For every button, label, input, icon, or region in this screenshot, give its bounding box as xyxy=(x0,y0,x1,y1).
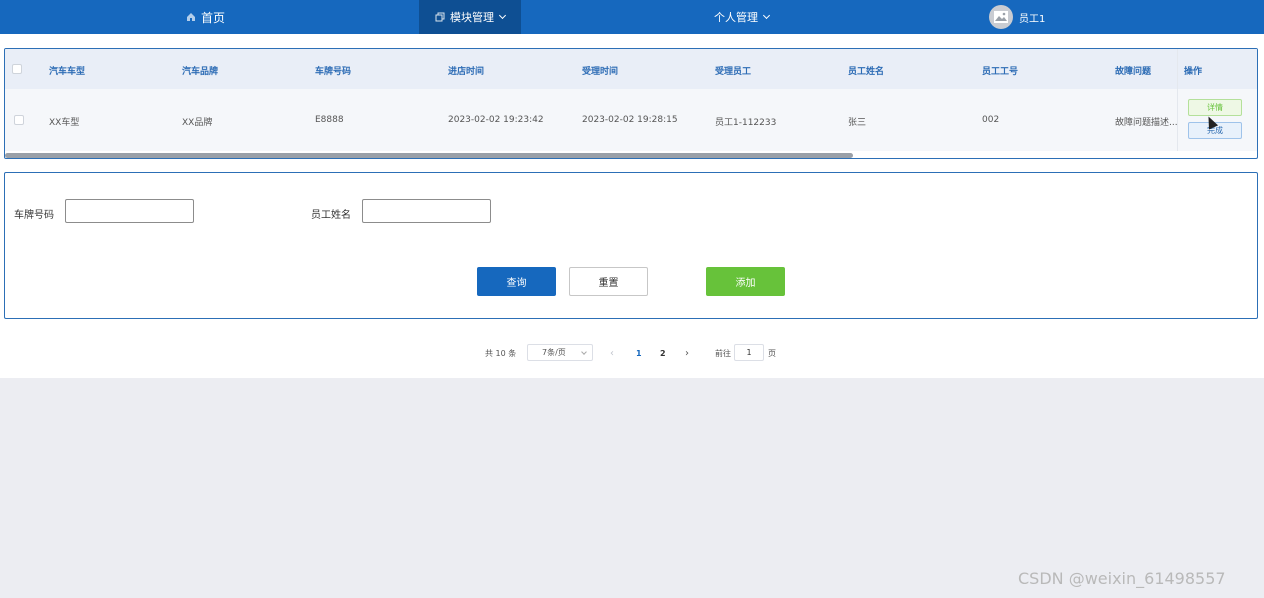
watermark: CSDN @weixin_61498557 xyxy=(1018,569,1226,588)
header-accept-time[interactable]: 受理时间 xyxy=(582,64,618,77)
header-staff-id[interactable]: 员工工号 xyxy=(982,64,1018,77)
user-name: 员工1 xyxy=(1019,13,1046,25)
nav-home[interactable]: 首页 xyxy=(186,0,225,34)
page-2-button[interactable]: 2 xyxy=(660,344,666,362)
header-accept-staff[interactable]: 受理员工 xyxy=(715,64,751,77)
nav-module-label: 模块管理 xyxy=(450,11,494,24)
horizontal-scrollbar[interactable] xyxy=(5,153,853,158)
cell-car-model: XX车型 xyxy=(49,118,80,128)
cell-fault: 故障问题描述... xyxy=(1115,118,1178,128)
data-table: 汽车车型 汽车品牌 车牌号码 进店时间 受理时间 受理员工 员工姓名 员工工号 … xyxy=(4,48,1258,159)
cell-accept-time: 2023-02-02 19:28:15 xyxy=(582,115,678,125)
row-checkbox[interactable] xyxy=(14,115,24,125)
staff-name-label: 员工姓名 xyxy=(311,210,351,221)
pagination-total: 共 10 条 xyxy=(485,348,517,358)
chevron-down-icon xyxy=(498,11,507,19)
header-staff-name[interactable]: 员工姓名 xyxy=(848,64,884,77)
add-button[interactable]: 添加 xyxy=(706,267,785,296)
search-form: 车牌号码 员工姓名 查询 重置 添加 xyxy=(4,172,1258,319)
chevron-down-icon xyxy=(581,349,587,355)
nav-user-menu[interactable]: 员工1 xyxy=(989,0,1045,34)
page-size-value: 7条/页 xyxy=(542,348,566,357)
cell-staff-id: 002 xyxy=(982,115,1000,125)
page-size-select[interactable]: 7条/页 xyxy=(527,344,593,361)
cell-plate-number: E8888 xyxy=(315,115,344,125)
plate-number-label: 车牌号码 xyxy=(14,210,54,221)
next-page-icon[interactable]: › xyxy=(685,344,689,362)
cell-car-brand: XX品牌 xyxy=(182,118,213,128)
goto-suffix: 页 xyxy=(768,348,776,358)
avatar xyxy=(989,5,1013,29)
cell-staff-name: 张三 xyxy=(848,118,867,128)
nav-personal-management[interactable]: 个人管理 xyxy=(714,0,771,34)
detail-button[interactable]: 详情 xyxy=(1188,99,1242,116)
header-plate-number[interactable]: 车牌号码 xyxy=(315,64,351,77)
cell-arrival-time: 2023-02-02 19:23:42 xyxy=(448,115,544,125)
plate-number-input[interactable] xyxy=(65,199,194,223)
top-nav: 首页 模块管理 个人管理 员工1 xyxy=(0,0,1264,34)
goto-prefix: 前往 xyxy=(715,348,731,358)
nav-module-management[interactable]: 模块管理 xyxy=(419,0,521,34)
page-1-button[interactable]: 1 xyxy=(636,344,642,362)
copy-icon xyxy=(435,12,445,22)
chevron-down-icon xyxy=(762,11,771,19)
home-icon xyxy=(187,13,195,21)
header-fault[interactable]: 故障问题 xyxy=(1115,64,1151,77)
image-icon xyxy=(994,11,1008,23)
nav-home-label: 首页 xyxy=(201,10,226,25)
operation-column: 操作 详情 完成 xyxy=(1177,49,1257,151)
nav-personal-label: 个人管理 xyxy=(714,11,758,24)
header-arrival-time[interactable]: 进店时间 xyxy=(448,64,484,77)
reset-button[interactable]: 重置 xyxy=(569,267,648,296)
header-operation: 操作 xyxy=(1184,67,1203,77)
select-all-checkbox[interactable] xyxy=(12,64,22,74)
header-car-brand[interactable]: 汽车品牌 xyxy=(182,64,218,77)
prev-page-icon[interactable]: ‹ xyxy=(610,344,614,362)
staff-name-input[interactable] xyxy=(362,199,491,223)
goto-page-input[interactable]: 1 xyxy=(734,344,764,361)
table-header: 汽车车型 汽车品牌 车牌号码 进店时间 受理时间 受理员工 员工姓名 员工工号 … xyxy=(5,49,1257,89)
header-car-model[interactable]: 汽车车型 xyxy=(49,64,85,77)
query-button[interactable]: 查询 xyxy=(477,267,556,296)
cell-accept-staff: 员工1-112233 xyxy=(715,118,777,128)
operation-header: 操作 xyxy=(1178,49,1257,89)
table-row[interactable]: XX车型 XX品牌 E8888 2023-02-02 19:23:42 2023… xyxy=(5,89,1257,151)
